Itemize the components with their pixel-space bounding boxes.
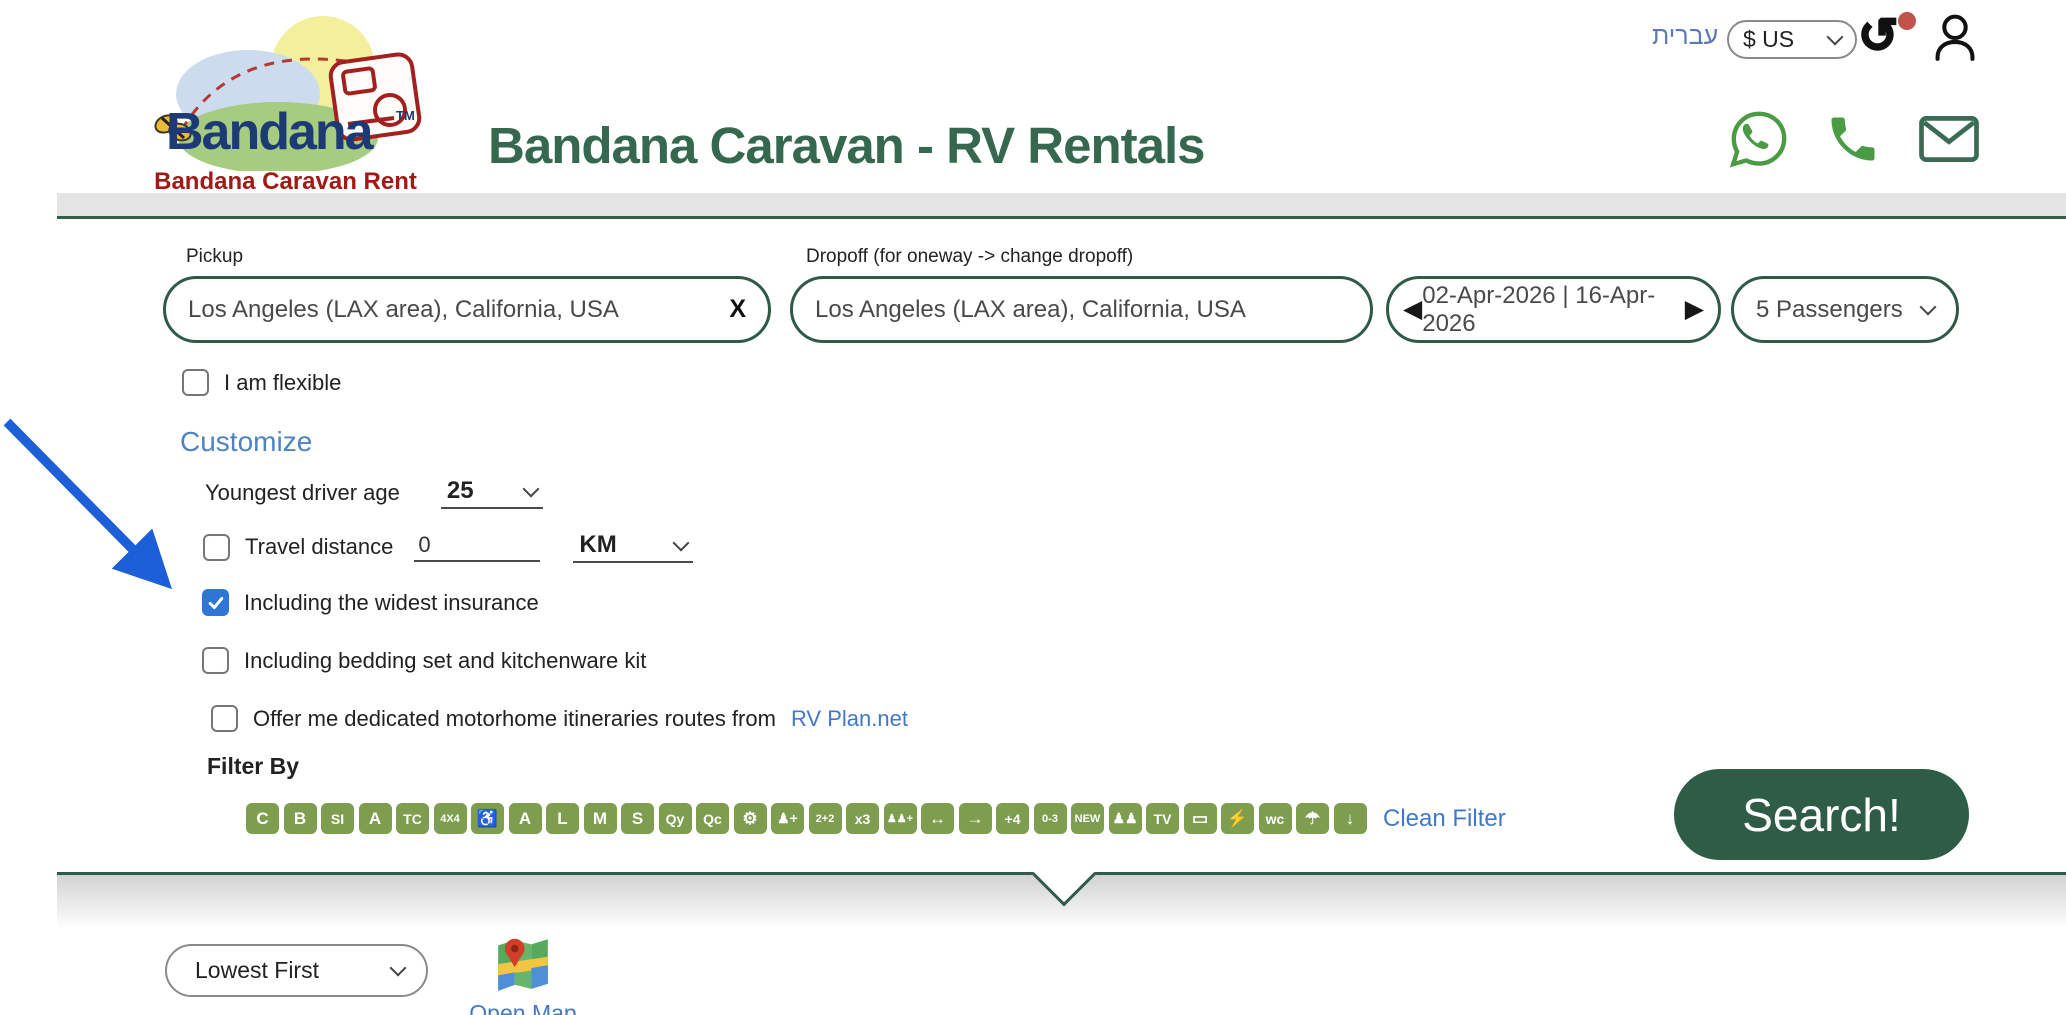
header-divider: [57, 193, 2066, 219]
bedding-checkbox[interactable]: [202, 647, 229, 674]
filter-class-a-icon[interactable]: A: [359, 803, 392, 834]
bedding-row: Including bedding set and kitchenware ki…: [202, 647, 646, 674]
filter-wc-icon[interactable]: wc: [1259, 803, 1292, 834]
filter-beds-x3-icon[interactable]: x3: [846, 803, 879, 834]
filter-two-passengers-icon[interactable]: ♟♟: [1109, 803, 1142, 834]
filter-family-with-child-icon[interactable]: ♟♟+: [884, 803, 917, 834]
bedding-label: Including bedding set and kitchenware ki…: [244, 648, 646, 674]
language-link[interactable]: עברית: [1652, 22, 1718, 51]
travel-distance-label: Travel distance: [245, 534, 393, 560]
logo-tm: TM: [396, 108, 415, 123]
filter-extra-driver-icon[interactable]: ♟+: [771, 803, 804, 834]
filter-by-label: Filter By: [207, 753, 299, 780]
insurance-row: Including the widest insurance: [202, 589, 539, 616]
travel-distance-checkbox[interactable]: [203, 534, 230, 561]
filter-seats-2plus2-icon[interactable]: 2+2: [809, 803, 842, 834]
dates-value: 02-Apr-2026 | 16-Apr-2026: [1422, 282, 1685, 338]
insurance-checkbox[interactable]: [202, 589, 229, 616]
check-icon: [206, 593, 226, 613]
flexible-label: I am flexible: [224, 370, 341, 396]
driver-age-label: Youngest driver age: [205, 480, 400, 506]
filter-one-way-icon[interactable]: →: [959, 803, 992, 834]
logo-wordmark: Bandana: [166, 102, 372, 162]
page: Bandana TM Bandana Caravan Rent Bandana …: [0, 0, 2066, 1015]
filter-medium-rv-icon[interactable]: M: [584, 803, 617, 834]
brand-logo[interactable]: Bandana TM Bandana Caravan Rent: [138, 6, 433, 196]
email-icon[interactable]: [1916, 110, 1982, 168]
filter-semi-integrated-icon[interactable]: SI: [321, 803, 354, 834]
insurance-label: Including the widest insurance: [244, 590, 539, 616]
chevron-down-icon: [1920, 299, 1937, 316]
dropoff-label: Dropoff (for oneway -> change dropoff): [806, 246, 1133, 268]
phone-icon[interactable]: [1824, 110, 1882, 168]
notification-dot: [1898, 12, 1916, 30]
dropoff-input[interactable]: Los Angeles (LAX area), California, USA: [790, 276, 1373, 343]
travel-distance-row: Travel distance 0 KM: [203, 531, 693, 563]
dates-next-icon[interactable]: ▶: [1685, 297, 1704, 322]
filter-large-rv-icon[interactable]: L: [546, 803, 579, 834]
dropoff-value: Los Angeles (LAX area), California, USA: [815, 296, 1246, 324]
driver-age-select[interactable]: 25: [441, 477, 543, 509]
itinerary-row: Offer me dedicated motorhome itineraries…: [211, 705, 908, 732]
chevron-down-icon: [1827, 29, 1844, 46]
filter-automatic-gearbox-icon[interactable]: ⚙: [734, 803, 767, 834]
filter-grey-water-icon[interactable]: ↓: [1334, 803, 1367, 834]
customize-link[interactable]: Customize: [180, 426, 312, 458]
logo-caption: Bandana Caravan Rent: [138, 168, 433, 196]
filter-license-a-icon[interactable]: A: [509, 803, 542, 834]
filter-awning-icon[interactable]: ↔: [921, 803, 954, 834]
filter-seats-plus4-icon[interactable]: +4: [996, 803, 1029, 834]
pickup-value: Los Angeles (LAX area), California, USA: [188, 296, 619, 324]
filter-quality-c-icon[interactable]: Qc: [696, 803, 729, 834]
pickup-label: Pickup: [186, 246, 243, 268]
itinerary-checkbox[interactable]: [211, 705, 238, 732]
travel-distance-input[interactable]: 0: [414, 532, 540, 562]
filter-icons: CBSIATC4X4♿ALMSQyQc⚙♟+2+2x3♟♟+↔→+40-3NEW…: [246, 803, 1371, 834]
dates-input[interactable]: ◀ 02-Apr-2026 | 16-Apr-2026 ▶: [1386, 276, 1721, 343]
pickup-input[interactable]: Los Angeles (LAX area), California, USA …: [163, 276, 771, 343]
filter-child-seat-0-3-icon[interactable]: 0-3: [1034, 803, 1067, 834]
sort-select[interactable]: Lowest First: [165, 944, 428, 997]
passengers-select[interactable]: 5 Passengers: [1731, 276, 1959, 343]
distance-unit-select[interactable]: KM: [573, 531, 693, 563]
flexible-checkbox[interactable]: [182, 369, 209, 396]
filter-class-b-icon[interactable]: B: [284, 803, 317, 834]
chevron-down-icon: [390, 960, 407, 977]
filter-bed-icon[interactable]: ▭: [1184, 803, 1217, 834]
filter-shower-icon[interactable]: ☂: [1296, 803, 1329, 834]
whatsapp-icon[interactable]: [1728, 108, 1790, 170]
currency-select[interactable]: $ US: [1727, 20, 1857, 59]
filter-quality-y-icon[interactable]: Qy: [659, 803, 692, 834]
annotation-arrow-icon: [0, 413, 210, 618]
filter-power-icon[interactable]: ⚡: [1221, 803, 1254, 834]
open-map-widget[interactable]: Open Map: [468, 933, 578, 1015]
currency-value: $ US: [1743, 26, 1794, 53]
filter-four-by-four-icon[interactable]: 4X4: [434, 803, 467, 834]
history-icon[interactable]: ↺: [1858, 6, 1918, 68]
flexible-row: I am flexible: [182, 369, 341, 396]
filter-small-rv-icon[interactable]: S: [621, 803, 654, 834]
open-map-icon: [495, 933, 551, 993]
filter-class-c-icon[interactable]: C: [246, 803, 279, 834]
filter-tv-icon[interactable]: TV: [1146, 803, 1179, 834]
clean-filter-link[interactable]: Clean Filter: [1383, 805, 1506, 833]
page-title: Bandana Caravan - RV Rentals: [488, 116, 1204, 175]
filter-wheelchair-accessible-icon[interactable]: ♿: [471, 803, 504, 834]
filter-truck-camper-icon[interactable]: TC: [396, 803, 429, 834]
chevron-down-icon: [522, 480, 539, 497]
search-button[interactable]: Search!: [1674, 769, 1969, 860]
passengers-value: 5 Passengers: [1756, 296, 1903, 324]
filter-new-vehicle-icon[interactable]: NEW: [1071, 803, 1104, 834]
sort-value: Lowest First: [195, 957, 319, 984]
filter-row: CBSIATC4X4♿ALMSQyQc⚙♟+2+2x3♟♟+↔→+40-3NEW…: [246, 803, 1506, 834]
rv-plan-link[interactable]: RV Plan.net: [791, 706, 908, 732]
driver-age-row: Youngest driver age 25: [205, 477, 543, 509]
account-icon[interactable]: [1928, 10, 1982, 66]
chevron-down-icon: [673, 534, 690, 551]
clear-pickup-button[interactable]: X: [729, 295, 746, 324]
itinerary-label: Offer me dedicated motorhome itineraries…: [253, 706, 776, 732]
open-map-link[interactable]: Open Map: [468, 1000, 578, 1015]
contact-row: [1728, 104, 1990, 174]
dates-prev-icon[interactable]: ◀: [1403, 297, 1422, 322]
